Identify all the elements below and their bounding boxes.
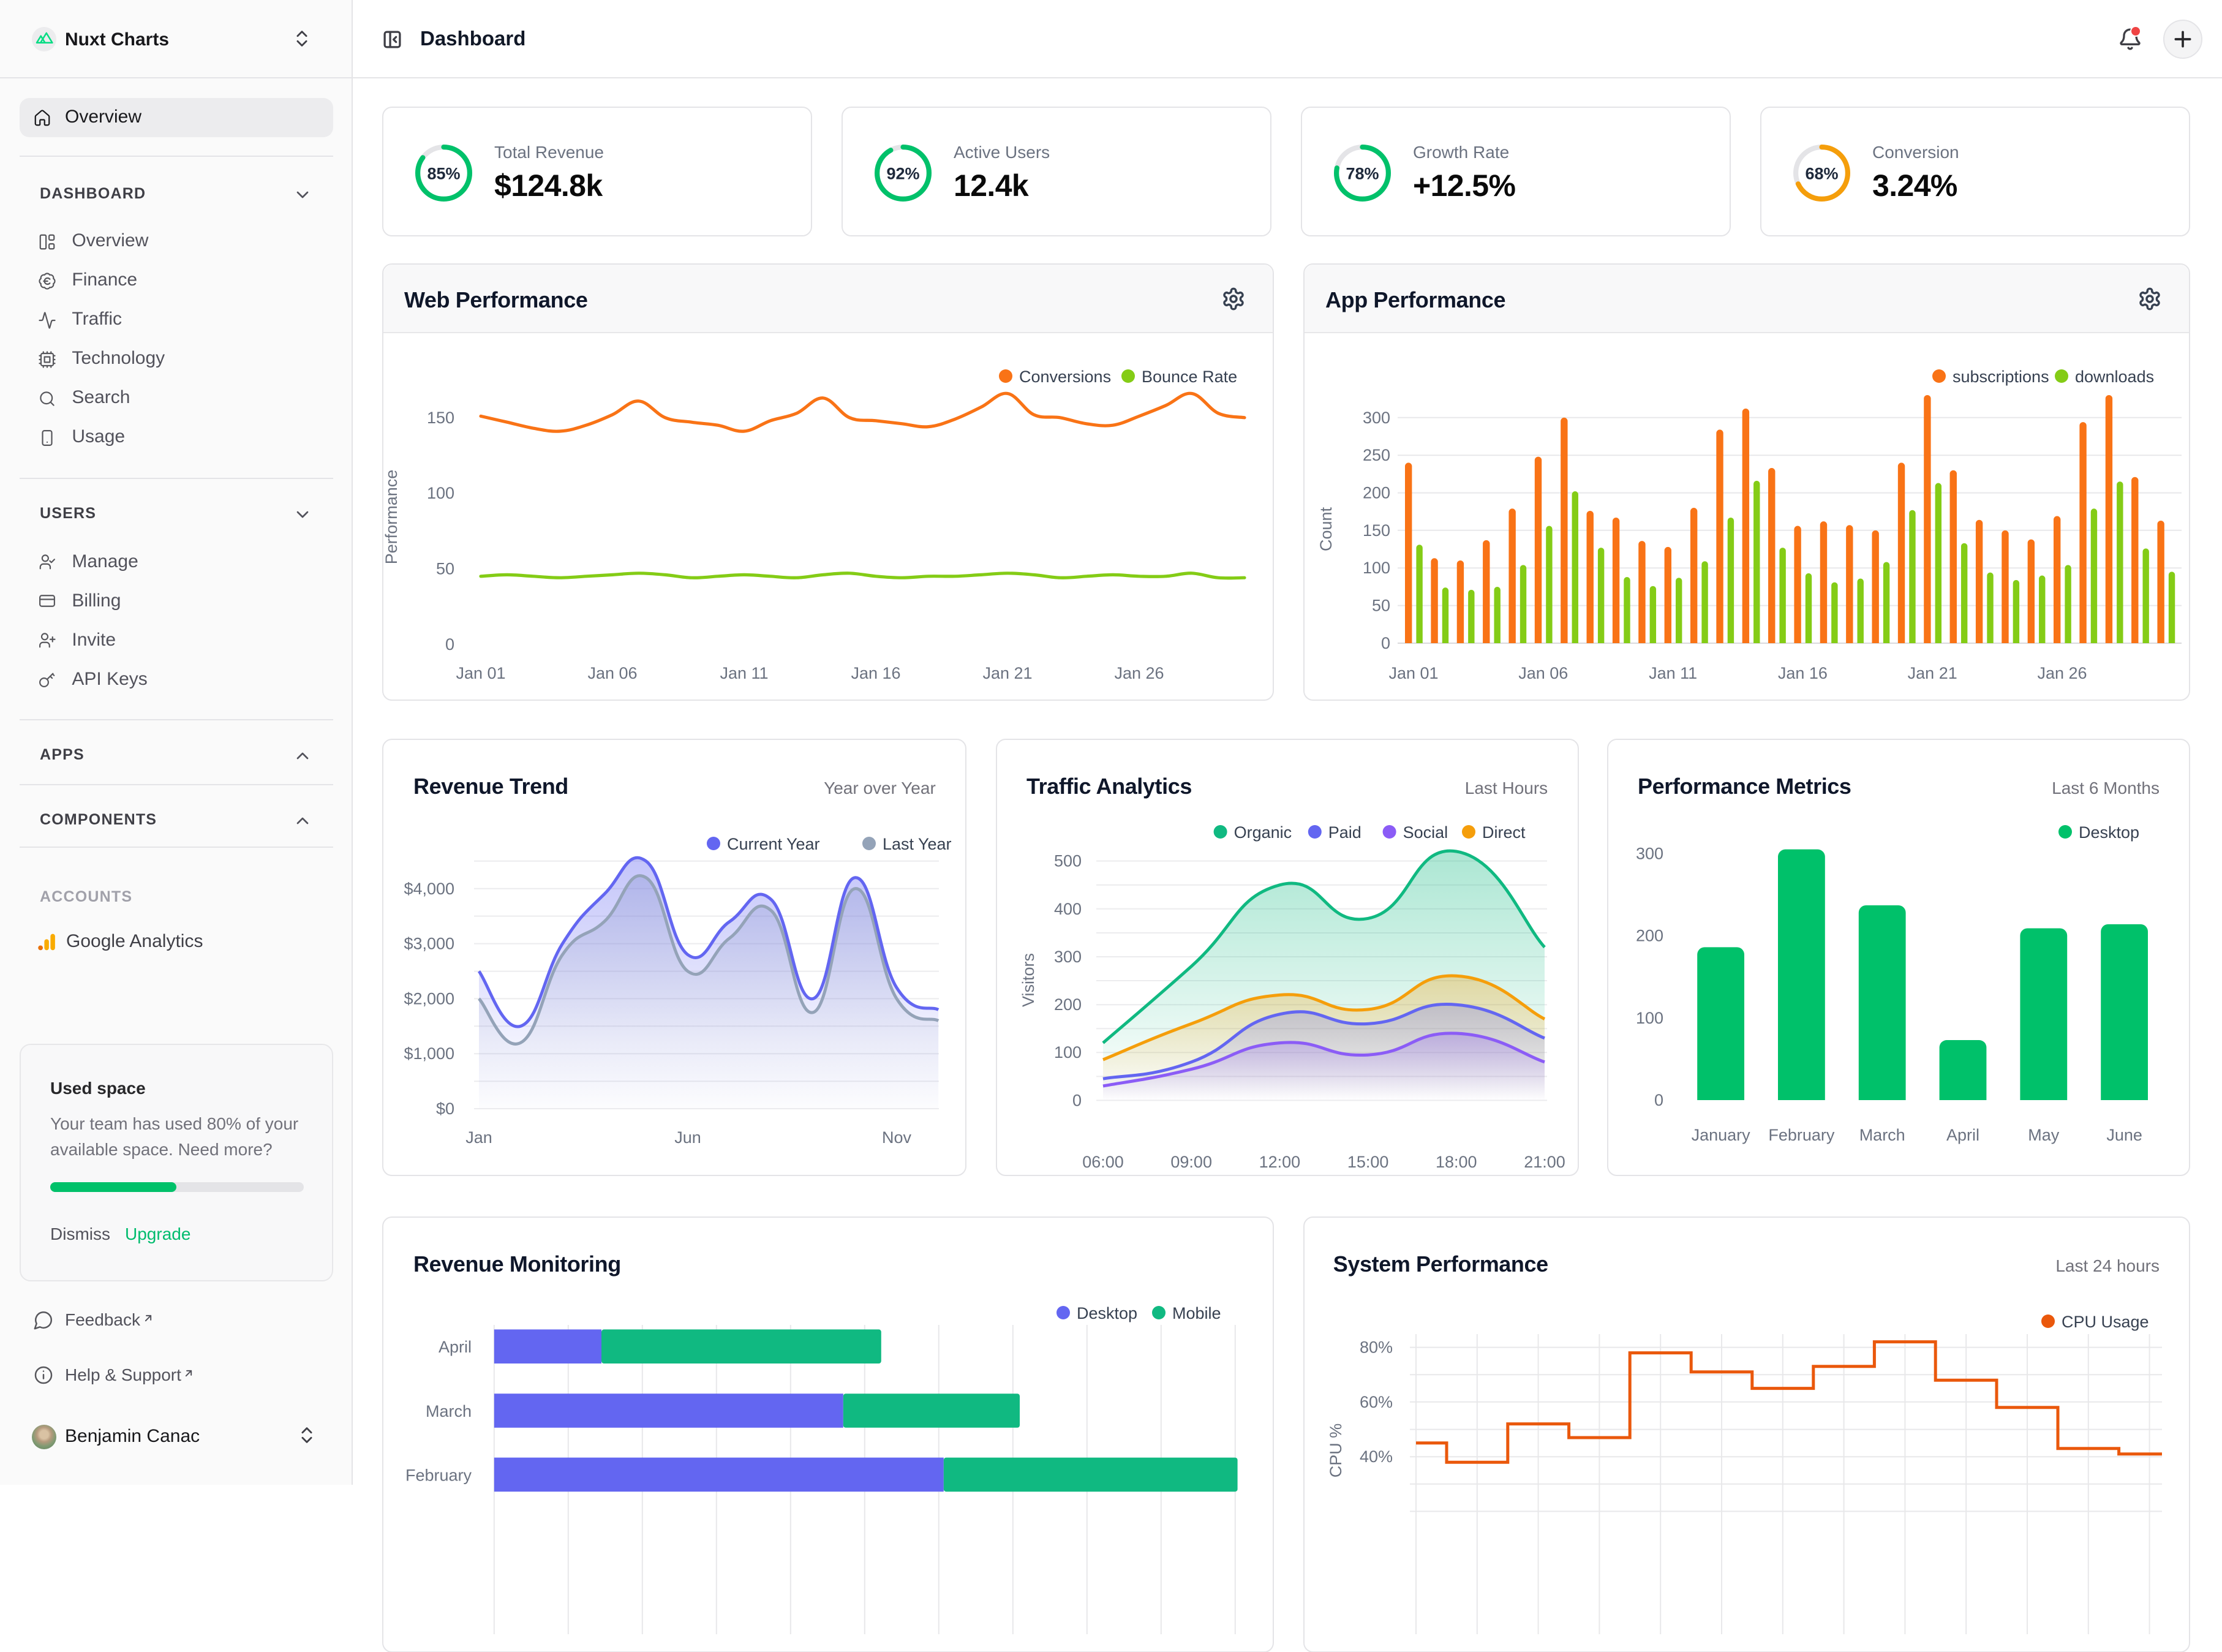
svg-text:200: 200 bbox=[1636, 927, 1663, 945]
svg-text:April: April bbox=[1946, 1126, 1979, 1144]
svg-text:Desktop: Desktop bbox=[1077, 1303, 1137, 1322]
svg-text:50: 50 bbox=[436, 560, 454, 578]
svg-text:50: 50 bbox=[1372, 597, 1390, 615]
svg-text:Jan 01: Jan 01 bbox=[1388, 664, 1438, 682]
svg-text:85%: 85% bbox=[427, 164, 460, 183]
svg-text:200: 200 bbox=[1054, 995, 1082, 1014]
svg-text:Jan: Jan bbox=[465, 1128, 492, 1147]
svg-text:Performance: Performance bbox=[383, 470, 401, 565]
svg-text:Jan 06: Jan 06 bbox=[1518, 664, 1568, 682]
svg-text:18:00: 18:00 bbox=[1436, 1153, 1477, 1171]
svg-text:12:00: 12:00 bbox=[1259, 1153, 1301, 1171]
svg-text:100: 100 bbox=[1054, 1043, 1082, 1062]
svg-text:300: 300 bbox=[1363, 409, 1390, 427]
svg-text:40%: 40% bbox=[1360, 1447, 1393, 1465]
svg-text:Bounce Rate: Bounce Rate bbox=[1142, 368, 1237, 386]
svg-text:$3,000: $3,000 bbox=[404, 935, 454, 953]
svg-text:Social: Social bbox=[1403, 823, 1448, 842]
svg-text:Conversions: Conversions bbox=[1019, 368, 1111, 386]
svg-text:Direct: Direct bbox=[1482, 823, 1526, 842]
svg-text:$4,000: $4,000 bbox=[404, 880, 454, 898]
svg-text:0: 0 bbox=[1381, 634, 1390, 652]
svg-text:100: 100 bbox=[1636, 1009, 1663, 1027]
svg-text:$2,000: $2,000 bbox=[404, 989, 454, 1008]
svg-text:$1,000: $1,000 bbox=[404, 1044, 454, 1063]
svg-text:CPU Usage: CPU Usage bbox=[2062, 1312, 2149, 1330]
svg-text:Count: Count bbox=[1317, 507, 1335, 551]
svg-text:Visitors: Visitors bbox=[1019, 953, 1038, 1007]
svg-text:Jan 21: Jan 21 bbox=[982, 664, 1032, 682]
svg-text:300: 300 bbox=[1636, 844, 1663, 862]
svg-text:0: 0 bbox=[1654, 1091, 1663, 1109]
svg-text:Last Year: Last Year bbox=[883, 835, 952, 853]
svg-text:Jun: Jun bbox=[674, 1128, 701, 1147]
svg-text:78%: 78% bbox=[1346, 164, 1379, 183]
svg-text:CPU %: CPU % bbox=[1327, 1423, 1345, 1477]
svg-text:Jan 11: Jan 11 bbox=[1649, 664, 1697, 682]
svg-text:Jan 16: Jan 16 bbox=[1778, 664, 1828, 682]
svg-text:downloads: downloads bbox=[2075, 368, 2154, 386]
svg-text:Organic: Organic bbox=[1234, 823, 1292, 842]
svg-text:09:00: 09:00 bbox=[1170, 1153, 1212, 1171]
svg-text:Nov: Nov bbox=[882, 1128, 911, 1147]
svg-text:March: March bbox=[1859, 1126, 1905, 1144]
svg-text:subscriptions: subscriptions bbox=[1953, 368, 2049, 386]
svg-text:60%: 60% bbox=[1360, 1392, 1393, 1411]
svg-text:68%: 68% bbox=[1805, 164, 1838, 183]
svg-text:Desktop: Desktop bbox=[2079, 823, 2139, 842]
svg-text:February: February bbox=[405, 1465, 472, 1484]
svg-text:March: March bbox=[426, 1401, 472, 1420]
svg-text:January: January bbox=[1692, 1126, 1751, 1144]
svg-text:May: May bbox=[2028, 1126, 2060, 1144]
svg-text:$0: $0 bbox=[436, 1099, 454, 1118]
svg-text:Jan 16: Jan 16 bbox=[851, 664, 900, 682]
svg-text:300: 300 bbox=[1054, 948, 1082, 966]
svg-text:Mobile: Mobile bbox=[1172, 1303, 1221, 1322]
svg-text:Jan 11: Jan 11 bbox=[720, 664, 768, 682]
svg-text:06:00: 06:00 bbox=[1082, 1153, 1124, 1171]
svg-text:February: February bbox=[1768, 1126, 1835, 1144]
svg-text:Jan 26: Jan 26 bbox=[1114, 664, 1164, 682]
svg-text:Jan 01: Jan 01 bbox=[456, 664, 505, 682]
svg-text:150: 150 bbox=[1363, 521, 1390, 540]
svg-text:200: 200 bbox=[1363, 484, 1390, 502]
svg-text:80%: 80% bbox=[1360, 1338, 1393, 1356]
svg-text:100: 100 bbox=[427, 484, 454, 502]
svg-text:150: 150 bbox=[427, 409, 454, 427]
svg-text:Current Year: Current Year bbox=[727, 835, 820, 853]
svg-text:Jan 26: Jan 26 bbox=[2037, 664, 2087, 682]
svg-text:0: 0 bbox=[1072, 1091, 1082, 1109]
svg-text:Jan 21: Jan 21 bbox=[1908, 664, 1957, 682]
svg-text:Paid: Paid bbox=[1328, 823, 1361, 842]
svg-text:100: 100 bbox=[1363, 559, 1390, 577]
svg-text:400: 400 bbox=[1054, 900, 1082, 918]
svg-text:21:00: 21:00 bbox=[1524, 1153, 1565, 1171]
svg-text:500: 500 bbox=[1054, 852, 1082, 870]
svg-text:0: 0 bbox=[445, 635, 454, 654]
svg-text:15:00: 15:00 bbox=[1347, 1153, 1389, 1171]
svg-text:June: June bbox=[2106, 1126, 2142, 1144]
svg-text:Jan 06: Jan 06 bbox=[587, 664, 637, 682]
svg-text:250: 250 bbox=[1363, 446, 1390, 464]
svg-text:April: April bbox=[439, 1337, 472, 1356]
svg-text:92%: 92% bbox=[886, 164, 919, 183]
